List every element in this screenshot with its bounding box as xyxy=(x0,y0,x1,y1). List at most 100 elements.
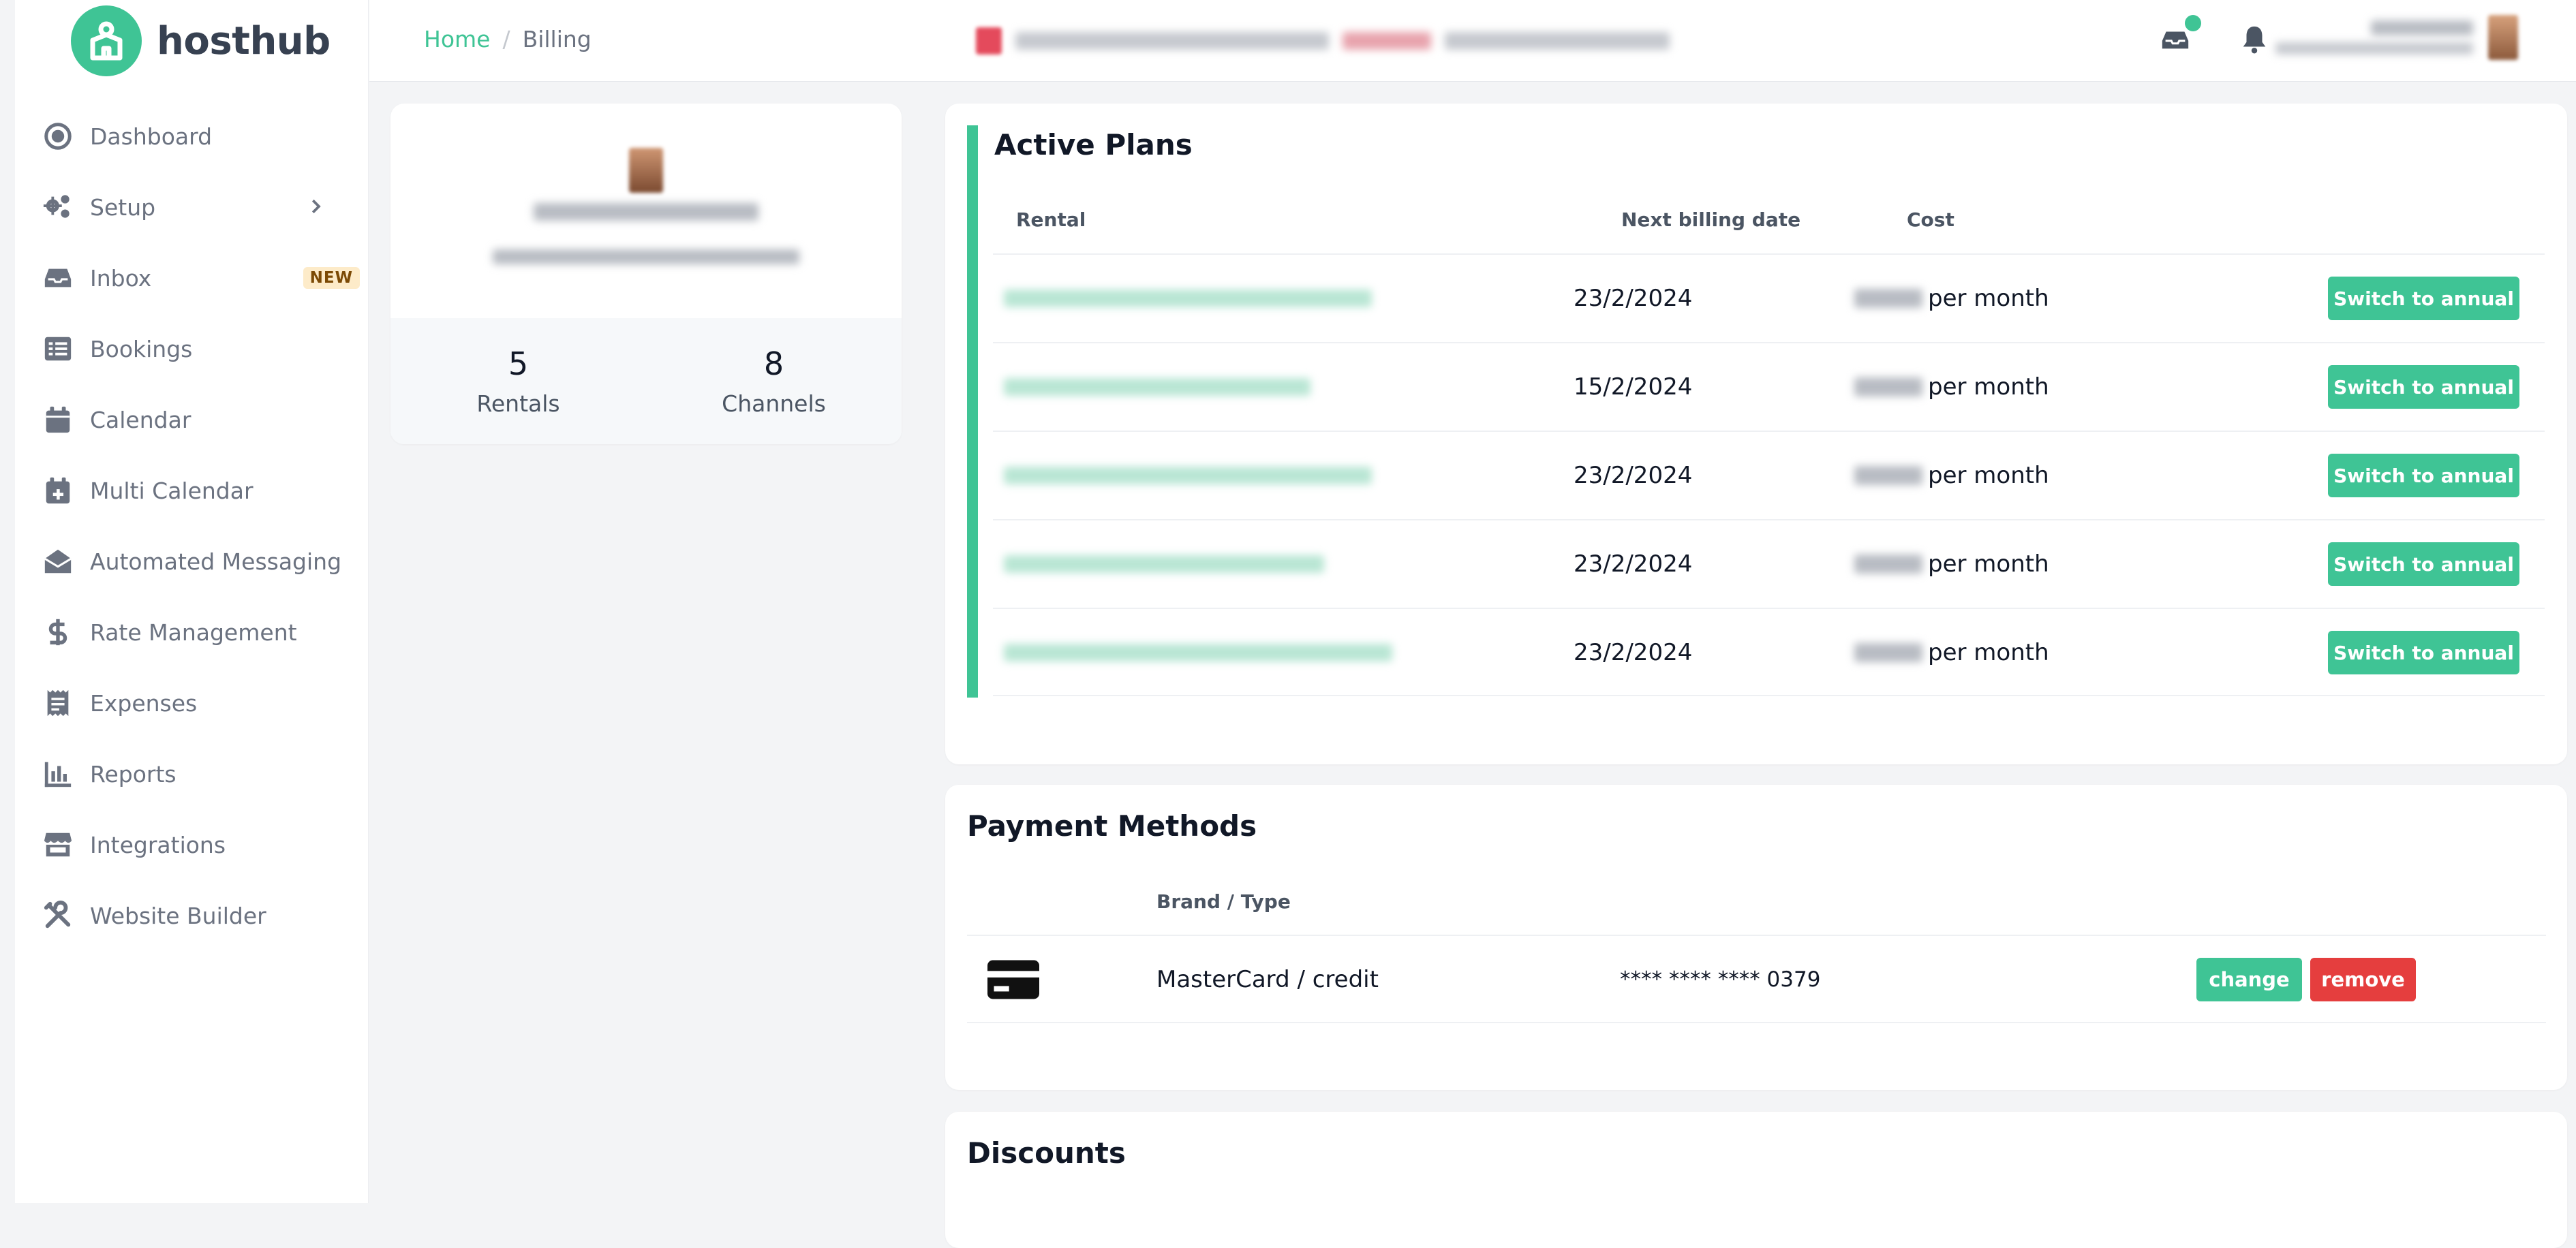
sidebar: hosthub Dashboard Setup Inbox NEW Bookin… xyxy=(0,0,369,1203)
sidebar-item-label: Website Builder xyxy=(90,902,266,929)
stat-rentals[interactable]: 5 Rentals xyxy=(390,318,646,444)
unread-dot xyxy=(2185,15,2201,31)
switch-to-annual-button[interactable]: Switch to annual xyxy=(2328,277,2519,320)
breadcrumb-home-link[interactable]: Home xyxy=(424,26,490,52)
column-header-next-billing[interactable]: Next billing date xyxy=(1621,208,1800,231)
rental-name[interactable] xyxy=(1004,432,1372,519)
rental-name[interactable] xyxy=(1004,520,1324,608)
discounts-title: Discounts xyxy=(967,1136,1126,1170)
sidebar-item-label: Reports xyxy=(90,760,177,787)
sidebar-item-label: Integrations xyxy=(90,831,226,858)
cost: per month xyxy=(1854,255,2049,342)
sidebar-item-multi-calendar[interactable]: Multi Calendar xyxy=(40,455,360,526)
cost: per month xyxy=(1854,343,2049,431)
profile-stats: 5 Rentals 8 Channels xyxy=(390,318,902,444)
sidebar-item-website-builder[interactable]: Website Builder xyxy=(40,880,360,951)
sidebar-item-rate-management[interactable]: Rate Management xyxy=(40,597,360,668)
sidebar-item-label: Inbox xyxy=(90,264,152,292)
next-billing-date: 23/2/2024 xyxy=(1574,639,1693,666)
redacted-cost xyxy=(1854,289,1922,308)
next-billing-date: 23/2/2024 xyxy=(1574,462,1693,489)
brand-name: hosthub xyxy=(157,18,331,63)
inbox-icon xyxy=(40,260,76,296)
sidebar-item-label: Expenses xyxy=(90,689,198,717)
rental-name[interactable] xyxy=(1004,609,1392,696)
sidebar-item-label: Automated Messaging xyxy=(90,548,342,575)
sidebar-item-label: Calendar xyxy=(90,406,191,433)
table-row: 23/2/2024 per month Switch to annual xyxy=(993,519,2545,608)
switch-to-annual-button[interactable]: Switch to annual xyxy=(2328,454,2519,497)
sidebar-item-dashboard[interactable]: Dashboard xyxy=(40,101,360,172)
table-row: 23/2/2024 per month Switch to annual xyxy=(993,253,2545,342)
receipt-icon xyxy=(40,685,76,721)
sidebar-item-automated-messaging[interactable]: Automated Messaging xyxy=(40,526,360,597)
switch-to-annual-button[interactable]: Switch to annual xyxy=(2328,631,2519,674)
redacted-cost xyxy=(1854,643,1922,662)
sidebar-item-label: Multi Calendar xyxy=(90,477,254,504)
sidebar-item-expenses[interactable]: Expenses xyxy=(40,668,360,738)
switch-to-annual-button[interactable]: Switch to annual xyxy=(2328,542,2519,586)
dollar-icon xyxy=(40,614,76,651)
rental-name[interactable] xyxy=(1004,343,1310,431)
dashboard-icon xyxy=(40,118,76,155)
tools-icon xyxy=(40,897,76,934)
column-header-brand[interactable]: Brand / Type xyxy=(1156,890,1291,913)
stat-label: Rentals xyxy=(476,390,560,417)
cost: per month xyxy=(1854,609,2049,696)
sidebar-item-setup[interactable]: Setup xyxy=(40,172,360,243)
sidebar-item-integrations[interactable]: Integrations xyxy=(40,809,360,880)
list-icon xyxy=(40,330,76,367)
breadcrumb-current: Billing xyxy=(522,26,592,52)
redacted-profile-name xyxy=(534,203,758,221)
logo[interactable]: hosthub xyxy=(71,4,331,78)
rental-name[interactable] xyxy=(1004,255,1372,342)
stat-channels[interactable]: 8 Channels xyxy=(646,318,902,444)
gears-icon xyxy=(40,189,76,225)
card-icon-cell xyxy=(987,936,1039,1023)
payment-methods-card: Payment Methods Brand / Type MasterCard … xyxy=(945,785,2567,1090)
breadcrumb: Home / Billing xyxy=(424,26,592,52)
notifications-button[interactable] xyxy=(2234,19,2275,60)
sidebar-item-calendar[interactable]: Calendar xyxy=(40,384,360,455)
calendar-icon xyxy=(40,401,76,438)
calendar-plus-icon xyxy=(40,472,76,509)
card-brand: MasterCard / credit xyxy=(1156,966,1379,993)
top-icons xyxy=(2155,15,2275,60)
envelope-open-icon xyxy=(40,543,76,580)
redacted-announcement-text xyxy=(1015,32,1329,50)
table-row: 23/2/2024 per month Switch to annual xyxy=(993,608,2545,696)
inbox-notification-button[interactable] xyxy=(2155,15,2201,60)
redacted-cost xyxy=(1854,555,1922,574)
sidebar-item-label: Dashboard xyxy=(90,123,213,150)
profile-header xyxy=(390,104,902,318)
stat-value: 5 xyxy=(508,345,529,382)
avatar xyxy=(2488,15,2518,60)
sidebar-item-label: Rate Management xyxy=(90,619,297,646)
redacted-announcement-highlight xyxy=(1343,32,1431,50)
change-card-button[interactable]: change xyxy=(2196,958,2302,1001)
column-header-cost[interactable]: Cost xyxy=(1907,208,1954,231)
remove-card-button[interactable]: remove xyxy=(2310,958,2416,1001)
column-header-rental[interactable]: Rental xyxy=(1016,208,1086,231)
announcement-banner[interactable] xyxy=(976,20,1780,61)
card-number: **** **** **** 0379 xyxy=(1620,967,1821,992)
top-bar: Home / Billing xyxy=(369,0,2576,82)
user-menu[interactable] xyxy=(2275,15,2518,60)
redacted-rental-name xyxy=(1004,644,1392,661)
redacted-rental-name xyxy=(1004,378,1310,396)
breadcrumb-separator: / xyxy=(502,26,510,52)
switch-to-annual-button[interactable]: Switch to annual xyxy=(2328,365,2519,409)
active-plans-card: Active Plans Rental Next billing date Co… xyxy=(945,104,2567,764)
next-billing-date: 23/2/2024 xyxy=(1574,285,1693,312)
next-billing-date: 15/2/2024 xyxy=(1574,373,1693,401)
profile-avatar xyxy=(629,148,663,193)
sidebar-item-reports[interactable]: Reports xyxy=(40,738,360,809)
discounts-card: Discounts xyxy=(945,1112,2567,1248)
redacted-rental-name xyxy=(1004,555,1324,573)
sidebar-item-bookings[interactable]: Bookings xyxy=(40,313,360,384)
redacted-user-email xyxy=(2275,42,2473,54)
sidebar-item-inbox[interactable]: Inbox NEW xyxy=(40,243,360,313)
redacted-announcement-text xyxy=(1445,32,1670,50)
active-plans-title: Active Plans xyxy=(994,128,1193,161)
sidebar-nav: Dashboard Setup Inbox NEW Bookings Calen… xyxy=(40,101,360,951)
